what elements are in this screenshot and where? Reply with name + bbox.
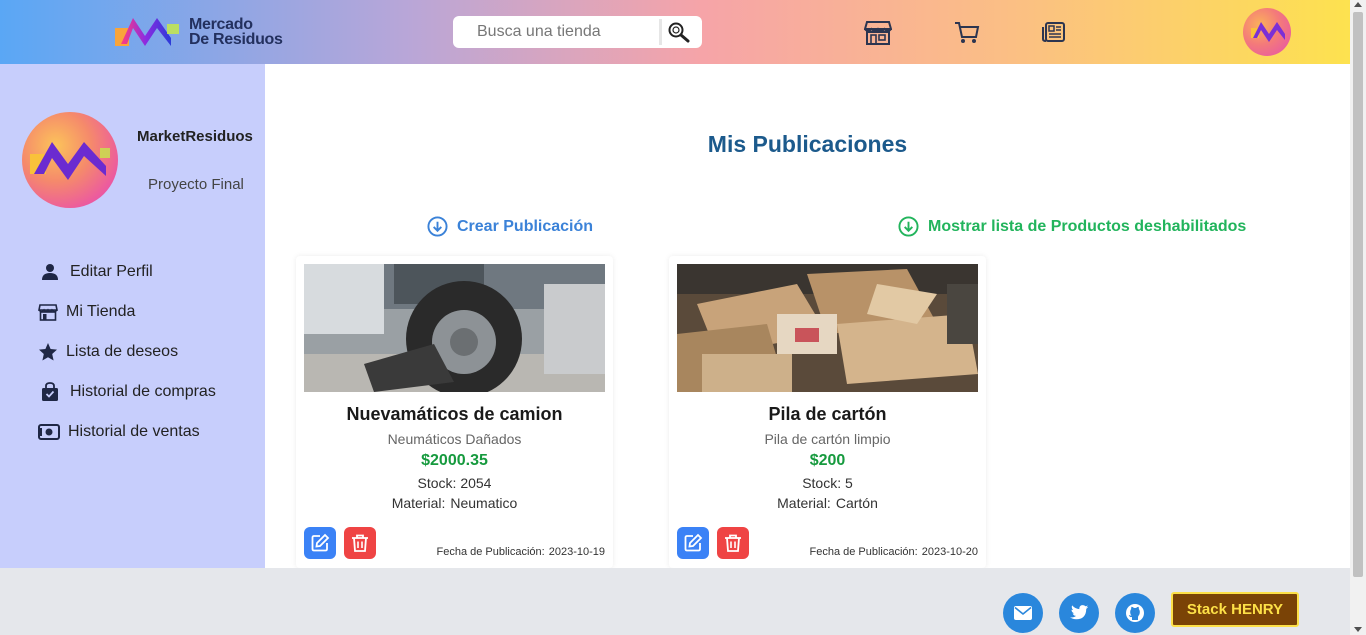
product-image[interactable]: [304, 264, 605, 392]
product-description: Pila de cartón limpio: [764, 431, 891, 447]
profile-name: MarketResiduos: [137, 128, 253, 145]
create-publication-button[interactable]: Crear Publicación: [427, 216, 593, 237]
product-image-graphic: [677, 264, 978, 392]
product-price: $2000.35: [421, 452, 488, 469]
logo-mark-icon: [115, 18, 179, 46]
store-search: [453, 16, 702, 48]
twitter-icon: [1070, 605, 1089, 620]
page-scrollbar[interactable]: [1350, 0, 1366, 635]
delete-button[interactable]: [344, 527, 376, 559]
edit-button[interactable]: [304, 527, 336, 559]
scroll-up-arrow-icon[interactable]: [1354, 2, 1362, 7]
material-label: Material:: [391, 495, 446, 511]
sidebar-item-label: Historial de compras: [70, 383, 216, 400]
product-description: Neumáticos Dañados: [387, 431, 522, 447]
arrow-down-circle-icon: [898, 216, 919, 237]
sidebar-item-lista-deseos[interactable]: Lista de deseos: [38, 332, 216, 372]
profile-sidebar: MarketResiduos Proyecto Final Editar Per…: [0, 64, 265, 568]
product-material: Material: Neumatico: [296, 495, 613, 511]
product-card: Pila de cartón Pila de cartón limpio $20…: [669, 256, 986, 568]
search-icon: [668, 22, 690, 43]
arrow-down-circle-icon: [427, 216, 448, 237]
mail-icon: [1014, 606, 1032, 620]
github-button[interactable]: [1115, 593, 1155, 633]
sidebar-item-editar-perfil[interactable]: Editar Perfil: [38, 252, 216, 292]
search-input[interactable]: [453, 16, 659, 48]
cart-icon[interactable]: [953, 18, 981, 46]
date-value: 2023-10-20: [921, 546, 978, 558]
product-card: Nuevamáticos de camion Neumáticos Dañado…: [296, 256, 613, 568]
publication-date: Fecha de Publicación: 2023-10-20: [809, 546, 978, 558]
user-avatar[interactable]: [1243, 8, 1291, 56]
product-material: Material: Cartón: [669, 495, 986, 511]
twitter-button[interactable]: [1059, 593, 1099, 633]
product-price: $200: [809, 452, 846, 469]
sidebar-item-label: Historial de ventas: [68, 423, 200, 440]
product-title: Nuevamáticos de camion: [346, 404, 563, 424]
create-publication-label: Crear Publicación: [457, 217, 594, 235]
trash-icon: [725, 534, 741, 552]
delete-button[interactable]: [717, 527, 749, 559]
page-title: Mis Publicaciones: [707, 131, 908, 157]
material-value: Neumatico: [450, 495, 518, 511]
sidebar-menu: Editar Perfil Mi Tienda Lista de deseos: [38, 252, 216, 452]
show-disabled-products-label: Mostrar lista de Productos deshabilitado…: [928, 217, 1247, 235]
star-icon: [39, 343, 57, 361]
store-icon[interactable]: [864, 18, 892, 46]
profile-logo-icon: [30, 142, 110, 180]
github-icon: [1126, 604, 1144, 622]
scrollbar-thumb[interactable]: [1353, 12, 1363, 577]
product-stock: Stock: 2054: [417, 475, 492, 491]
shopping-bag-icon: [42, 382, 58, 401]
search-button[interactable]: [667, 21, 691, 43]
material-label: Material:: [777, 495, 831, 511]
cash-icon: [38, 424, 60, 440]
edit-button[interactable]: [677, 527, 709, 559]
show-disabled-products-button[interactable]: Mostrar lista de Productos deshabilitado…: [898, 216, 1246, 237]
edit-icon: [684, 533, 703, 552]
date-label: Fecha de Publicación:: [809, 546, 918, 558]
avatar-logo-icon: [1251, 22, 1285, 42]
sidebar-item-mi-tienda[interactable]: Mi Tienda: [38, 292, 216, 332]
sidebar-item-label: Lista de deseos: [66, 343, 179, 360]
sidebar-item-historial-ventas[interactable]: Historial de ventas: [38, 412, 216, 452]
stack-henry-button[interactable]: Stack HENRY: [1171, 592, 1299, 627]
trash-icon: [352, 534, 368, 552]
search-divider: [659, 19, 662, 45]
footer: Stack HENRY: [0, 568, 1350, 635]
news-icon[interactable]: [1041, 18, 1069, 46]
publication-date: Fecha de Publicación: 2023-10-19: [436, 546, 605, 558]
sidebar-item-label: Editar Perfil: [70, 263, 153, 280]
material-value: Cartón: [835, 495, 878, 511]
logo-text-line2: De Residuos: [189, 31, 283, 48]
edit-icon: [311, 533, 330, 552]
store-icon: [38, 304, 58, 321]
product-title: Pila de cartón: [768, 404, 887, 424]
date-label: Fecha de Publicación:: [436, 546, 545, 558]
date-value: 2023-10-19: [548, 546, 605, 558]
site-logo[interactable]: Mercado De Residuos: [115, 14, 283, 50]
mail-button[interactable]: [1003, 593, 1043, 633]
product-stock: Stock: 5: [802, 475, 853, 491]
scroll-down-arrow-icon[interactable]: [1354, 627, 1362, 632]
product-image-graphic: [304, 264, 605, 392]
top-navbar: Mercado De Residuos: [0, 0, 1350, 64]
user-icon: [42, 264, 58, 280]
profile-avatar: [22, 112, 118, 208]
product-image[interactable]: [677, 264, 978, 392]
profile-subtitle: Proyecto Final: [148, 176, 244, 193]
logo-text-line1: Mercado: [189, 16, 253, 33]
sidebar-item-label: Mi Tienda: [66, 303, 136, 320]
sidebar-item-historial-compras[interactable]: Historial de compras: [38, 372, 216, 412]
